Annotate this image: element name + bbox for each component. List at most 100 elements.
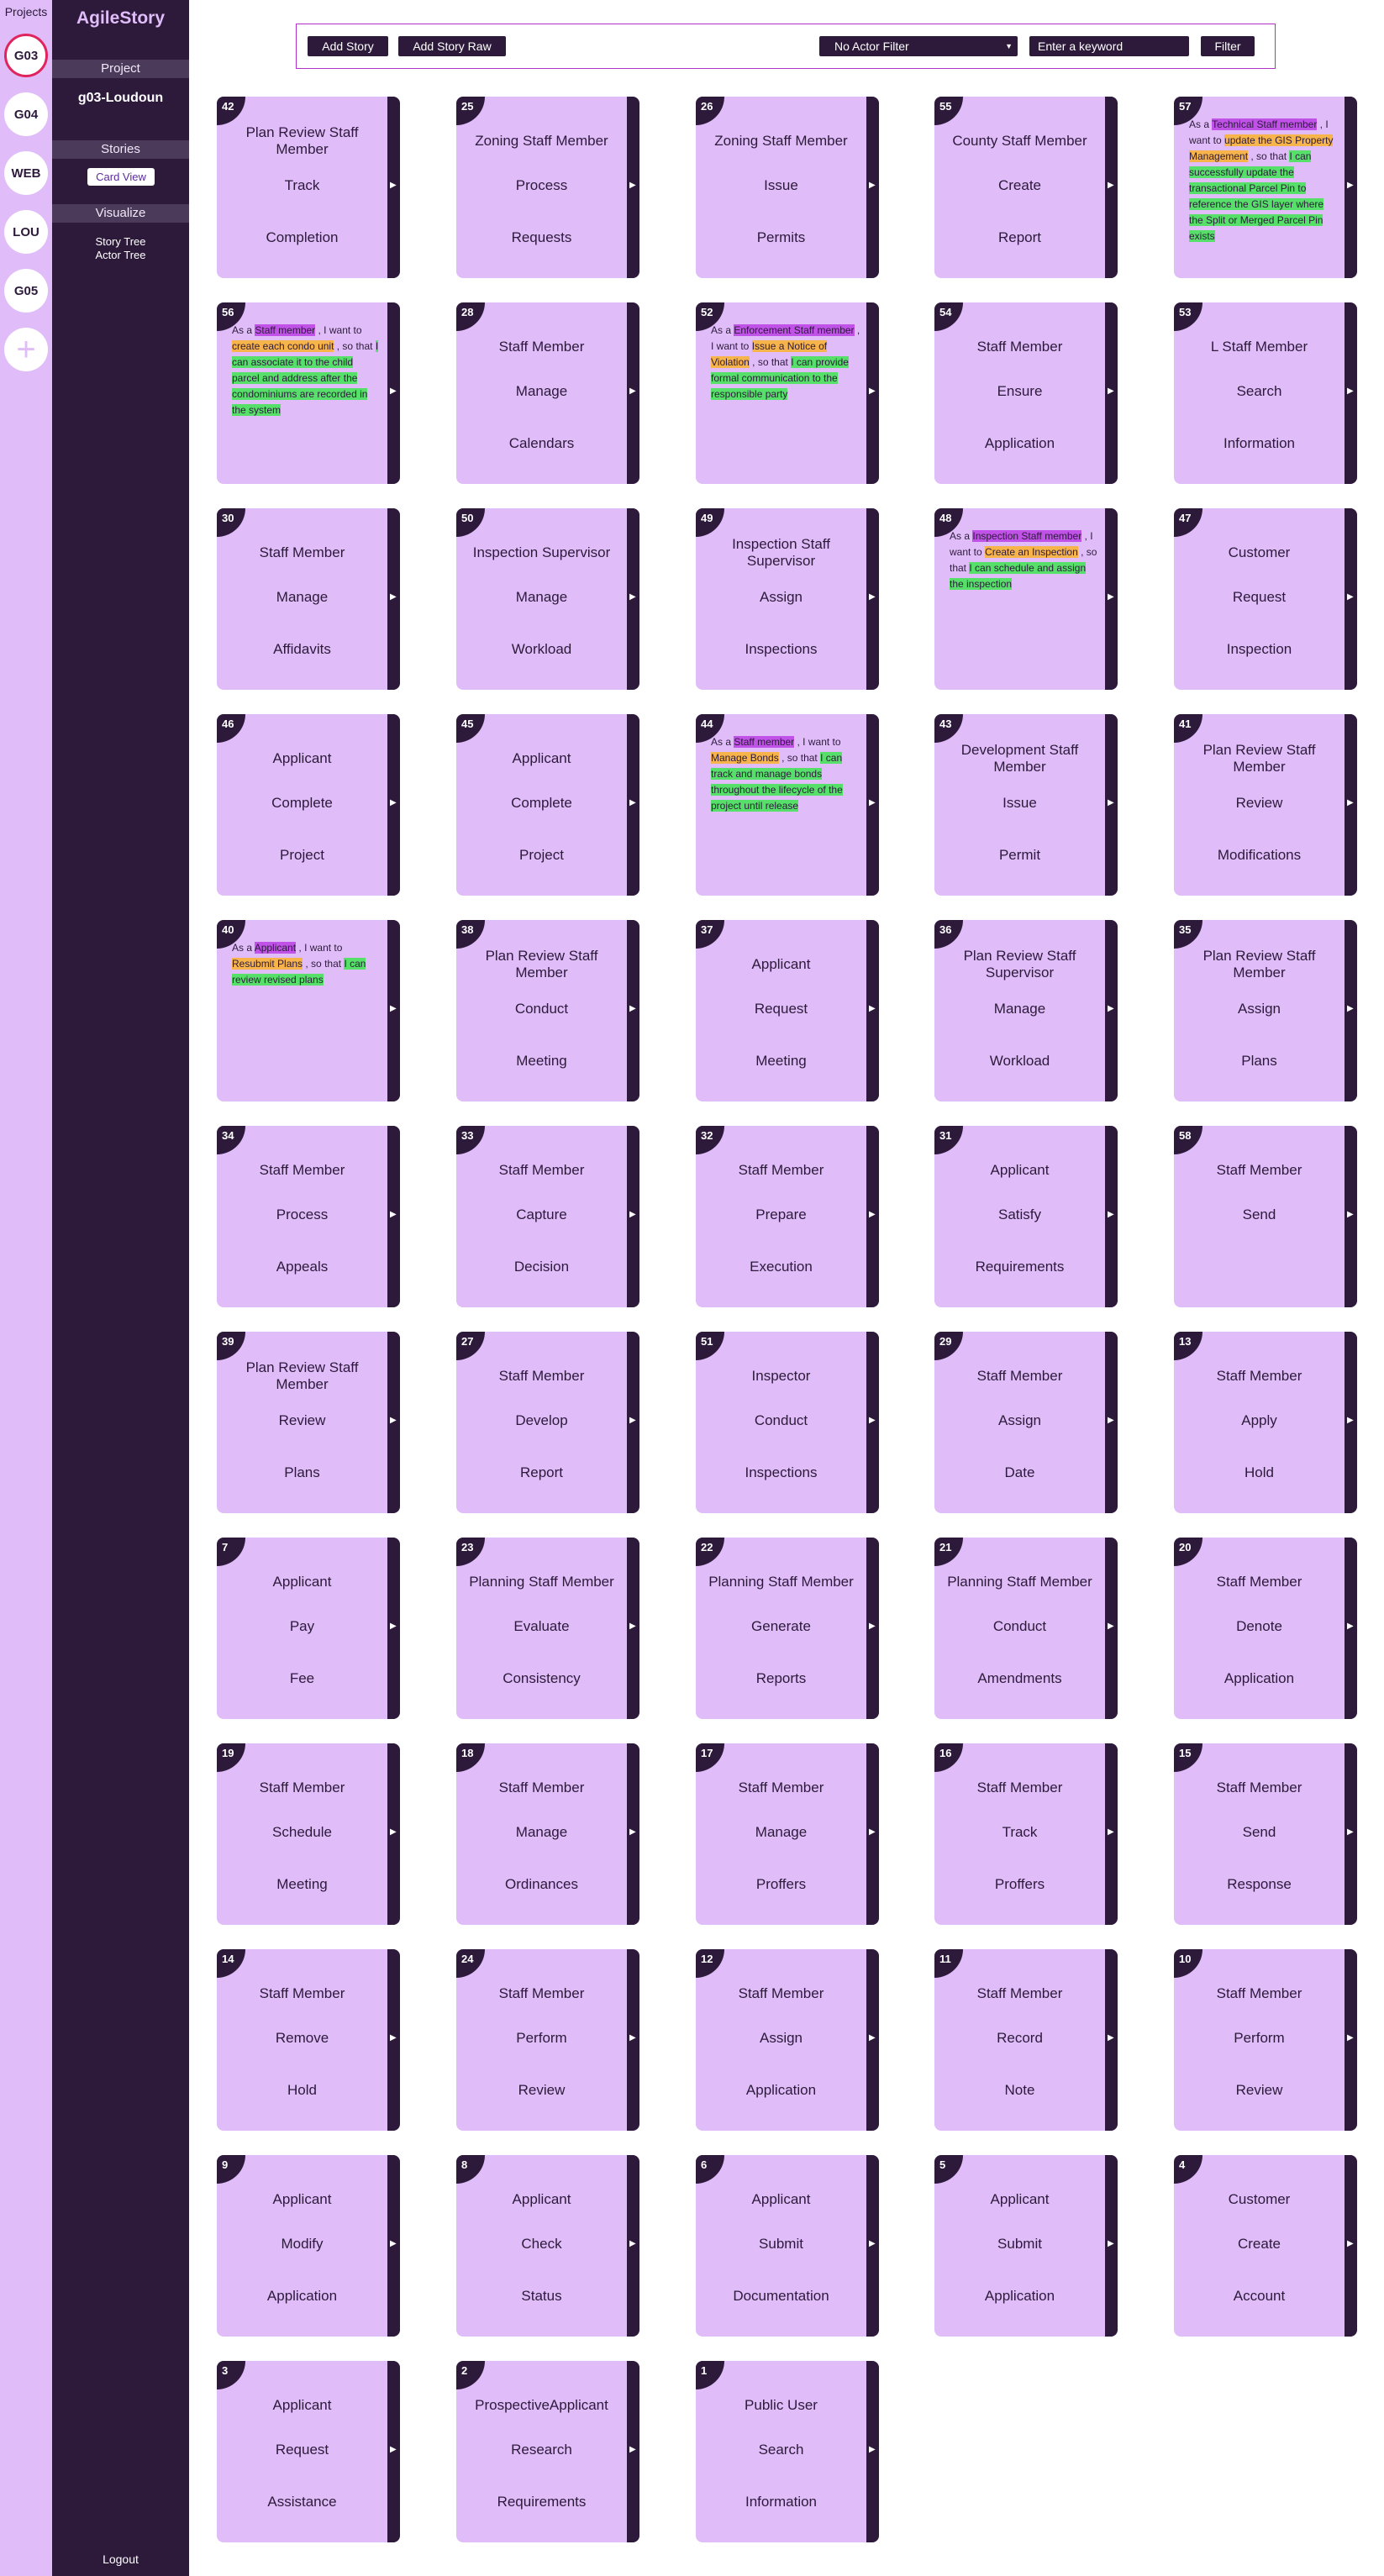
expand-card-toggle[interactable] bbox=[866, 508, 879, 690]
expand-card-toggle[interactable] bbox=[387, 714, 400, 896]
expand-card-toggle[interactable] bbox=[387, 1126, 400, 1307]
story-card[interactable]: Applicant Pay Fee 7 bbox=[217, 1538, 400, 1719]
expand-card-toggle[interactable] bbox=[1345, 1126, 1357, 1307]
expand-card-toggle[interactable] bbox=[1105, 1743, 1118, 1925]
story-card[interactable]: Staff Member Track Proffers 16 bbox=[934, 1743, 1118, 1925]
expand-card-toggle[interactable] bbox=[627, 920, 639, 1101]
story-card[interactable]: Applicant Request Assistance 3 bbox=[217, 2361, 400, 2542]
story-card[interactable]: Inspection Supervisor Manage Workload 50 bbox=[456, 508, 639, 690]
story-card[interactable]: Public User Search Information 1 bbox=[696, 2361, 879, 2542]
expand-card-toggle[interactable] bbox=[1105, 714, 1118, 896]
story-card[interactable]: Staff Member Remove Hold 14 bbox=[217, 1949, 400, 2131]
story-card[interactable]: Plan Review Staff Member Assign Plans 35 bbox=[1174, 920, 1357, 1101]
filter-button[interactable]: Filter bbox=[1201, 36, 1255, 56]
story-card[interactable]: Applicant Satisfy Requirements 31 bbox=[934, 1126, 1118, 1307]
expand-card-toggle[interactable] bbox=[1345, 508, 1357, 690]
story-card[interactable]: Applicant Complete Project 45 bbox=[456, 714, 639, 896]
story-card[interactable]: As a Staff member , I want to create eac… bbox=[217, 302, 400, 484]
expand-card-toggle[interactable] bbox=[866, 302, 879, 484]
story-card[interactable]: Planning Staff Member Generate Reports 22 bbox=[696, 1538, 879, 1719]
story-card[interactable]: Staff Member Assign Application 12 bbox=[696, 1949, 879, 2131]
add-story-button[interactable]: Add Story bbox=[308, 36, 388, 56]
story-card[interactable]: Staff Member Perform Review 24 bbox=[456, 1949, 639, 2131]
expand-card-toggle[interactable] bbox=[627, 1743, 639, 1925]
expand-card-toggle[interactable] bbox=[387, 2155, 400, 2337]
story-card[interactable]: County Staff Member Create Report 55 bbox=[934, 97, 1118, 278]
expand-card-toggle[interactable] bbox=[1105, 508, 1118, 690]
add-story-raw-button[interactable]: Add Story Raw bbox=[398, 36, 506, 56]
story-card[interactable]: Staff Member Record Note 11 bbox=[934, 1949, 1118, 2131]
expand-card-toggle[interactable] bbox=[387, 508, 400, 690]
expand-card-toggle[interactable] bbox=[1105, 1949, 1118, 2131]
story-card[interactable]: Staff Member Manage Affidavits 30 bbox=[217, 508, 400, 690]
story-card[interactable]: As a Enforcement Staff member , I want t… bbox=[696, 302, 879, 484]
keyword-input[interactable] bbox=[1029, 36, 1189, 56]
expand-card-toggle[interactable] bbox=[387, 2361, 400, 2542]
story-card[interactable]: Development Staff Member Issue Permit 43 bbox=[934, 714, 1118, 896]
project-web-button[interactable]: WEB bbox=[4, 151, 48, 195]
expand-card-toggle[interactable] bbox=[1345, 1949, 1357, 2131]
expand-card-toggle[interactable] bbox=[1105, 97, 1118, 278]
expand-card-toggle[interactable] bbox=[866, 714, 879, 896]
project-g03-button[interactable]: G03 bbox=[4, 34, 48, 77]
expand-card-toggle[interactable] bbox=[866, 2155, 879, 2337]
actor-tree-link[interactable]: Actor Tree bbox=[52, 249, 189, 261]
expand-card-toggle[interactable] bbox=[866, 1538, 879, 1719]
story-card[interactable]: As a Staff member , I want to Manage Bon… bbox=[696, 714, 879, 896]
story-card[interactable]: As a Applicant , I want to Resubmit Plan… bbox=[217, 920, 400, 1101]
expand-card-toggle[interactable] bbox=[866, 1126, 879, 1307]
expand-card-toggle[interactable] bbox=[1105, 1538, 1118, 1719]
story-card[interactable]: Inspection Staff Supervisor Assign Inspect… bbox=[696, 508, 879, 690]
expand-card-toggle[interactable] bbox=[387, 1332, 400, 1513]
project-g05-button[interactable]: G05 bbox=[4, 269, 48, 313]
expand-card-toggle[interactable] bbox=[387, 1949, 400, 2131]
expand-card-toggle[interactable] bbox=[387, 920, 400, 1101]
story-card[interactable]: Staff Member Schedule Meeting 19 bbox=[217, 1743, 400, 1925]
expand-card-toggle[interactable] bbox=[866, 1949, 879, 2131]
expand-card-toggle[interactable] bbox=[1345, 1743, 1357, 1925]
expand-card-toggle[interactable] bbox=[1345, 97, 1357, 278]
expand-card-toggle[interactable] bbox=[387, 302, 400, 484]
story-card[interactable]: Staff Member Assign Date 29 bbox=[934, 1332, 1118, 1513]
story-card[interactable]: Staff Member Manage Proffers 17 bbox=[696, 1743, 879, 1925]
story-card[interactable]: Planning Staff Member Conduct Amendments 21 bbox=[934, 1538, 1118, 1719]
expand-card-toggle[interactable] bbox=[866, 2361, 879, 2542]
story-card[interactable]: Plan Review Staff Member Conduct Meeting 38 bbox=[456, 920, 639, 1101]
project-lou-button[interactable]: LOU bbox=[4, 210, 48, 254]
expand-card-toggle[interactable] bbox=[627, 2361, 639, 2542]
story-card[interactable]: Staff Member Capture Decision 33 bbox=[456, 1126, 639, 1307]
story-card[interactable]: Applicant Request Meeting 37 bbox=[696, 920, 879, 1101]
story-card[interactable]: As a Inspection Staff member , I want to… bbox=[934, 508, 1118, 690]
expand-card-toggle[interactable] bbox=[866, 920, 879, 1101]
story-card[interactable]: Staff Member Perform Review 10 bbox=[1174, 1949, 1357, 2131]
story-card[interactable]: L Staff Member Search Information 53 bbox=[1174, 302, 1357, 484]
expand-card-toggle[interactable] bbox=[1105, 2155, 1118, 2337]
expand-card-toggle[interactable] bbox=[1345, 302, 1357, 484]
story-card[interactable]: Staff Member Manage Ordinances 18 bbox=[456, 1743, 639, 1925]
expand-card-toggle[interactable] bbox=[627, 302, 639, 484]
expand-card-toggle[interactable] bbox=[1345, 1332, 1357, 1513]
expand-card-toggle[interactable] bbox=[387, 97, 400, 278]
expand-card-toggle[interactable] bbox=[387, 1538, 400, 1719]
story-card[interactable]: Planning Staff Member Evaluate Consistency… bbox=[456, 1538, 639, 1719]
story-card[interactable]: Zoning Staff Member Process Requests 25 bbox=[456, 97, 639, 278]
story-card[interactable]: Staff Member Prepare Execution 32 bbox=[696, 1126, 879, 1307]
story-card[interactable]: Staff Member Send 58 bbox=[1174, 1126, 1357, 1307]
story-card[interactable]: Applicant Modify Application 9 bbox=[217, 2155, 400, 2337]
expand-card-toggle[interactable] bbox=[627, 1126, 639, 1307]
story-card[interactable]: Applicant Submit Documentation 6 bbox=[696, 2155, 879, 2337]
expand-card-toggle[interactable] bbox=[627, 1949, 639, 2131]
expand-card-toggle[interactable] bbox=[627, 1538, 639, 1719]
story-card[interactable]: ProspectiveApplicant Research Requirements… bbox=[456, 2361, 639, 2542]
story-card[interactable]: Applicant Check Status 8 bbox=[456, 2155, 639, 2337]
expand-card-toggle[interactable] bbox=[387, 1743, 400, 1925]
story-card[interactable]: Plan Review Staff Supervisor Manage Worklo… bbox=[934, 920, 1118, 1101]
actor-filter-select[interactable]: No Actor Filter ▼ bbox=[819, 36, 1018, 56]
story-card[interactable]: Staff Member Process Appeals 34 bbox=[217, 1126, 400, 1307]
story-card[interactable]: Customer Create Account 4 bbox=[1174, 2155, 1357, 2337]
expand-card-toggle[interactable] bbox=[627, 1332, 639, 1513]
story-card[interactable]: Applicant Complete Project 46 bbox=[217, 714, 400, 896]
card-view-button[interactable]: Card View bbox=[87, 168, 155, 186]
expand-card-toggle[interactable] bbox=[1105, 920, 1118, 1101]
expand-card-toggle[interactable] bbox=[1345, 1538, 1357, 1719]
